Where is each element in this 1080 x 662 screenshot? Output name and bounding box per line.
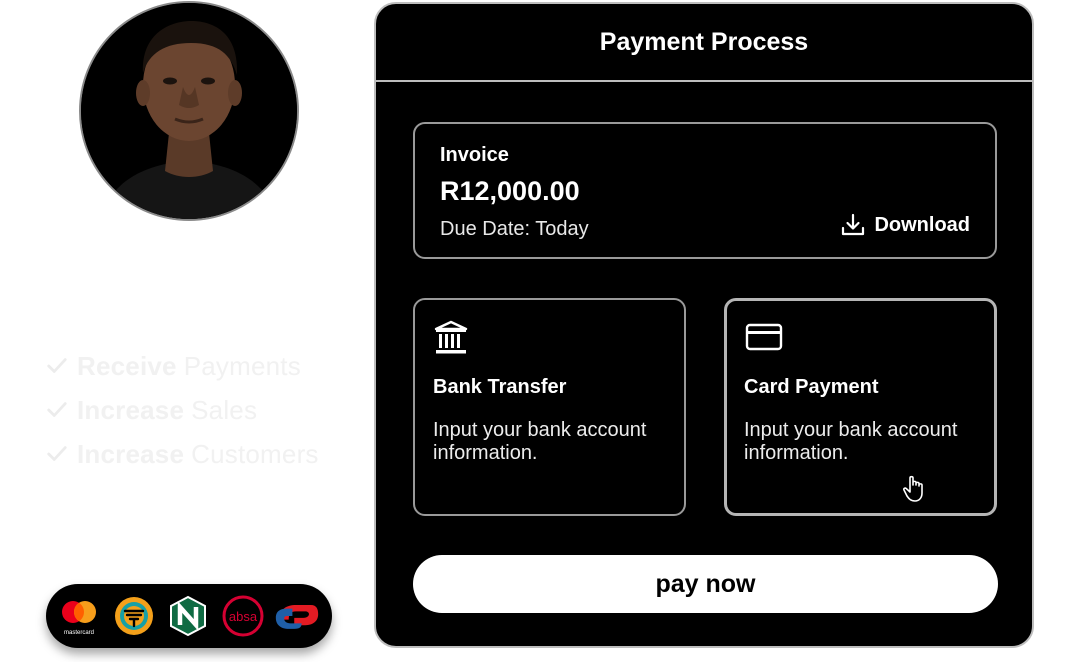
option-title: Bank Transfer bbox=[433, 376, 567, 398]
invoice-due-date: Due Date: Today bbox=[440, 218, 589, 240]
absa-logo: absa bbox=[220, 593, 266, 639]
feature-text: Customers bbox=[191, 438, 319, 469]
mastercard-logo: mastercard bbox=[56, 593, 102, 639]
check-icon bbox=[47, 446, 67, 461]
feature-text: Payments bbox=[183, 350, 301, 381]
feature-list: Receive Payments Increase Sales Increase… bbox=[46, 344, 319, 476]
option-title: Card Payment bbox=[744, 376, 879, 398]
invoice-amount: R12,000.00 bbox=[440, 176, 580, 206]
feature-bold-text: Increase bbox=[77, 438, 185, 469]
svg-text:mastercard: mastercard bbox=[64, 630, 94, 636]
credit-card-icon bbox=[745, 323, 783, 351]
pay-now-button[interactable]: pay now bbox=[413, 555, 998, 613]
capitec-logo bbox=[274, 593, 320, 639]
svg-text:absa: absa bbox=[228, 609, 257, 624]
card-payment-option[interactable]: Card Payment Input your bank account inf… bbox=[724, 298, 997, 516]
download-label: Download bbox=[874, 213, 970, 236]
nedbank-logo bbox=[165, 593, 211, 639]
profile-avatar bbox=[79, 1, 299, 221]
feature-item: Increase Customers bbox=[46, 432, 319, 476]
invoice-label: Invoice bbox=[440, 144, 509, 166]
feature-item: Increase Sales bbox=[46, 388, 319, 432]
download-button[interactable]: Download bbox=[840, 212, 970, 238]
invoice-card: Invoice R12,000.00 Due Date: Today Downl… bbox=[413, 122, 997, 259]
bank-logos-bar: mastercard absa bbox=[46, 584, 332, 648]
hand-pointer-icon bbox=[903, 475, 923, 502]
panel-title: Payment Process bbox=[376, 4, 1032, 82]
option-description: Input your bank account information. bbox=[433, 419, 647, 464]
bank-icon bbox=[434, 320, 468, 354]
feature-text: Sales bbox=[191, 394, 258, 425]
download-icon bbox=[842, 213, 865, 236]
person-portrait-icon bbox=[81, 3, 297, 219]
feature-bold-text: Increase bbox=[77, 394, 185, 425]
fnb-logo bbox=[111, 593, 157, 639]
check-icon bbox=[47, 402, 67, 417]
payment-panel: Payment Process Invoice R12,000.00 Due D… bbox=[374, 2, 1034, 648]
feature-bold-text: Receive bbox=[77, 350, 177, 381]
check-icon bbox=[47, 358, 67, 373]
feature-item: Receive Payments bbox=[46, 344, 319, 388]
option-description: Input your bank account information. bbox=[744, 419, 958, 464]
bank-transfer-option[interactable]: Bank Transfer Input your bank account in… bbox=[413, 298, 686, 516]
